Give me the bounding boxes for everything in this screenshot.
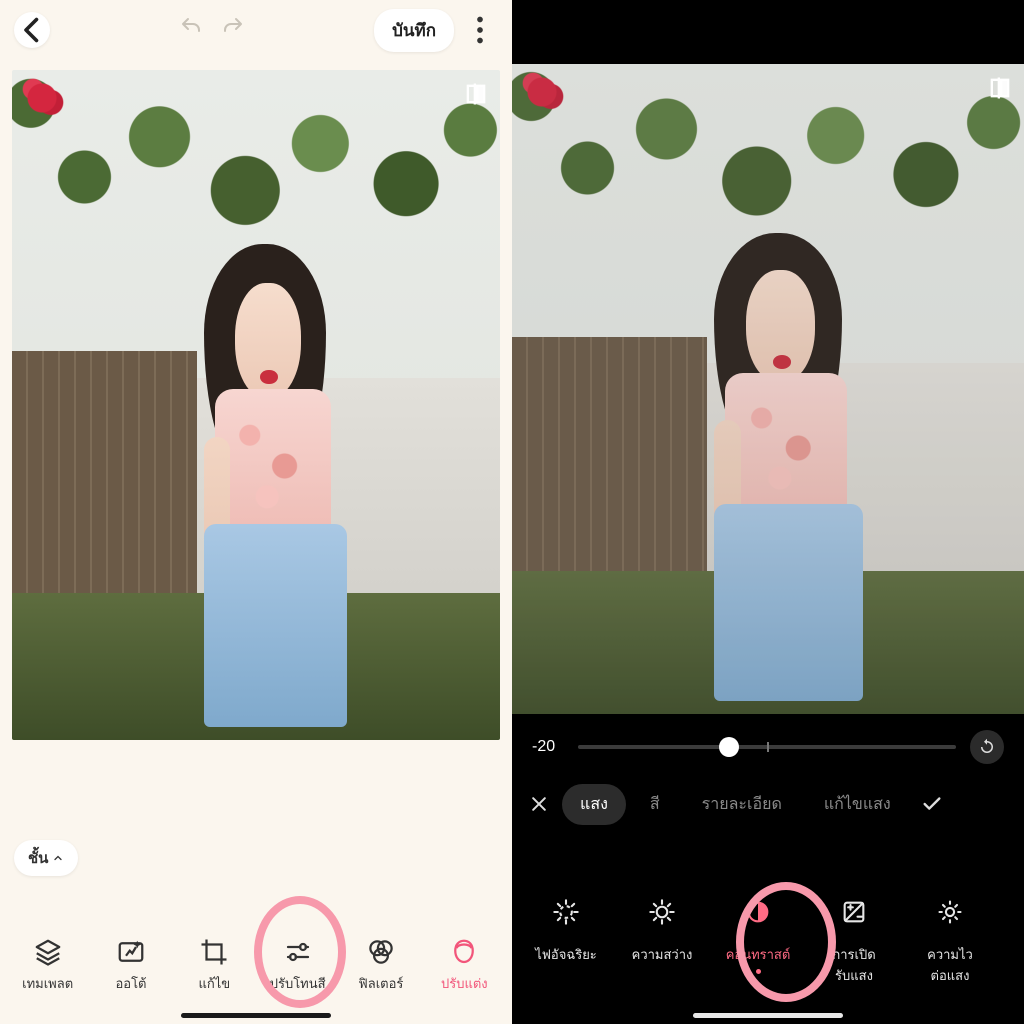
tool-brightness[interactable]: ความสว่าง: [616, 888, 708, 965]
tool-label: แก้ไข: [198, 973, 230, 994]
tool-auto[interactable]: ออโต้: [93, 937, 169, 994]
chevron-up-icon: [52, 852, 64, 864]
tab-color[interactable]: สี: [632, 784, 678, 825]
contrast-icon: [744, 898, 772, 926]
layers-icon: [33, 937, 63, 967]
tool-beauty[interactable]: ปรับแต่ง: [426, 937, 502, 994]
confirm-button[interactable]: [915, 793, 949, 815]
tool-ambient[interactable]: ความไว ต่อแสง: [904, 888, 996, 986]
tool-contrast[interactable]: คอนทราสต์: [712, 888, 804, 974]
tool-filter[interactable]: ฟิลเตอร์: [343, 937, 419, 994]
undo-icon[interactable]: [179, 15, 203, 45]
tool-edit[interactable]: แก้ไข: [176, 937, 252, 994]
bottom-toolbar: เทมเพลต ออโต้ แก้ไข ปรับโทนสี ฟิลเตอร์ ป…: [0, 890, 512, 1010]
tool-highlight[interactable]: ไฮไ: [1000, 888, 1024, 965]
check-icon: [921, 793, 943, 815]
slider-value: -20: [532, 738, 578, 756]
slider-track[interactable]: [578, 745, 956, 749]
tool-label: ออโต้: [115, 973, 146, 994]
adjust-slider: -20: [532, 732, 1004, 762]
photo-content: [512, 64, 1024, 714]
redo-icon[interactable]: [221, 15, 245, 45]
tool-label: ปรับแต่ง: [441, 973, 488, 994]
tool-label: ปรับโทนสี: [270, 973, 326, 994]
save-button[interactable]: บันทึก: [374, 9, 454, 52]
tool-label: ฟิลเตอร์: [359, 973, 404, 994]
reset-icon: [978, 738, 996, 756]
tool-exposure[interactable]: การเปิด รับแสง: [808, 888, 900, 986]
canvas-preview[interactable]: [12, 70, 500, 740]
photo-content: [12, 70, 500, 740]
tool-label: การเปิด รับแสง: [832, 944, 875, 986]
home-indicator[interactable]: [693, 1013, 843, 1018]
exposure-icon: [840, 898, 868, 926]
compare-icon[interactable]: [986, 74, 1014, 102]
editor-screen-main: บันทึก ชั้น เทมเพลต ออโต้ แก้ไข: [0, 0, 512, 1024]
close-icon: [529, 794, 549, 814]
tool-label: ความสว่าง: [632, 944, 693, 965]
brightness-icon: [648, 898, 676, 926]
auto-icon: [116, 937, 146, 967]
tab-detail[interactable]: รายละเอียด: [684, 784, 800, 825]
ambient-icon: [936, 898, 964, 926]
reset-button[interactable]: [970, 730, 1004, 764]
chevron-left-icon: [14, 12, 50, 48]
active-dot: [756, 969, 761, 974]
top-bar: บันทึก: [0, 0, 512, 60]
tool-label: ไฟอัจฉริยะ: [535, 944, 597, 965]
tab-fixlight[interactable]: แก้ไขแสง: [806, 784, 909, 825]
tool-label: คอนทราสต์: [726, 944, 791, 965]
tab-light[interactable]: แสง: [562, 784, 626, 825]
sliders-icon: [283, 937, 313, 967]
slider-center-tick: [767, 742, 769, 752]
cancel-button[interactable]: [522, 794, 556, 814]
crop-icon: [199, 937, 229, 967]
tool-label: เทมเพลต: [22, 973, 73, 994]
smart-light-icon: [552, 898, 580, 926]
adjust-toolbar[interactable]: ไฟอัจฉริยะ ความสว่าง คอนทราสต์ การเปิด ร…: [512, 880, 1024, 1010]
home-indicator[interactable]: [181, 1013, 331, 1018]
tool-label: ความไว ต่อแสง: [927, 944, 973, 986]
face-icon: [449, 937, 479, 967]
tool-tone[interactable]: ปรับโทนสี: [260, 937, 336, 994]
canvas-preview[interactable]: [512, 64, 1024, 714]
adjust-tabs: แสง สี รายละเอียด แก้ไขแสง: [522, 780, 1014, 828]
more-vertical-icon: [462, 12, 498, 48]
slider-thumb[interactable]: [719, 737, 739, 757]
layers-button[interactable]: ชั้น: [14, 840, 78, 876]
layers-label: ชั้น: [28, 846, 48, 870]
tool-smart-light[interactable]: ไฟอัจฉริยะ: [520, 888, 612, 965]
back-button[interactable]: [14, 12, 50, 48]
editor-screen-adjust: -20 แสง สี รายละเอียด แก้ไขแสง ไฟอัจฉริย…: [512, 0, 1024, 1024]
undo-redo-group: [58, 15, 366, 45]
filter-icon: [366, 937, 396, 967]
compare-icon[interactable]: [462, 80, 490, 108]
tool-template[interactable]: เทมเพลต: [10, 937, 86, 994]
more-button[interactable]: [462, 12, 498, 48]
